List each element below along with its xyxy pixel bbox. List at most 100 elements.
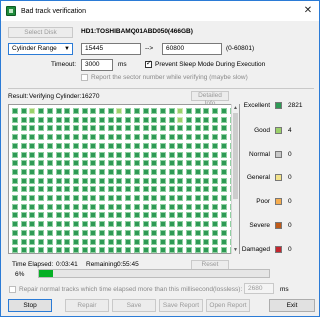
track-cell [168, 142, 175, 149]
track-cell [99, 168, 105, 175]
track-cell [90, 177, 97, 184]
track-cell [177, 238, 184, 245]
track-cell [203, 125, 210, 132]
track-cell [159, 151, 166, 158]
repair-threshold-input[interactable]: 2680 [244, 283, 274, 294]
track-cell [38, 221, 45, 228]
detailed-info-button[interactable]: Detailed Info [191, 91, 229, 107]
track-cell [220, 247, 227, 253]
track-cell [29, 212, 36, 219]
track-cell [99, 160, 105, 167]
track-cell [203, 221, 210, 228]
result-status: Verifying Cylinder:16270 [29, 93, 100, 100]
track-cell [38, 134, 45, 141]
repair-normal-checkbox[interactable] [9, 286, 16, 293]
track-cell [186, 203, 192, 210]
legend-count: 0 [288, 246, 292, 253]
report-sector-label: Report the sector number while verifying… [91, 74, 248, 81]
track-cell [99, 125, 105, 132]
repair-threshold-unit: ms [280, 286, 289, 293]
close-icon[interactable]: ✕ [301, 4, 315, 18]
track-map-scrollbar[interactable]: ▲ ▼ [231, 104, 239, 254]
track-cell [38, 160, 45, 167]
track-cell [107, 247, 114, 253]
track-cell [168, 151, 175, 158]
track-cell [220, 168, 227, 175]
track-cell [38, 168, 45, 175]
track-cell [72, 195, 79, 201]
save-report-button[interactable]: Save Report [159, 299, 203, 312]
save-button[interactable]: Save [112, 299, 156, 312]
track-cell [55, 134, 62, 141]
track-cell [133, 177, 140, 184]
disk-name: HD1:TOSHIBAMQ01ABD050(466GB) [81, 28, 193, 35]
track-cell [72, 160, 79, 167]
exit-button[interactable]: Exit [269, 299, 315, 312]
track-cell [151, 203, 158, 210]
range-from-input[interactable]: 15445 [81, 43, 141, 55]
track-cell [168, 212, 175, 219]
track-cell [107, 212, 114, 219]
track-cell [90, 186, 97, 193]
track-cell [133, 160, 140, 167]
track-cell [220, 116, 227, 123]
bad-track-verification-window: Bad track verification ✕ Select Disk HD1… [0, 0, 320, 317]
track-cell [64, 203, 71, 210]
track-cell [142, 177, 149, 184]
track-cell [12, 116, 18, 123]
stop-button[interactable]: Stop [8, 299, 52, 312]
range-mode-select[interactable]: Cylinder Range ▼ [8, 43, 73, 55]
track-cell [194, 195, 201, 201]
track-cell [220, 229, 227, 236]
track-cell [29, 203, 36, 210]
track-cell [168, 186, 175, 193]
track-cell [20, 160, 27, 167]
legend-label: Normal [249, 151, 270, 158]
prevent-sleep-checkbox[interactable] [145, 59, 152, 68]
track-cell [64, 229, 71, 236]
track-cell [133, 116, 140, 123]
track-cell [186, 221, 192, 228]
track-cell [220, 212, 227, 219]
track-cell [107, 125, 114, 132]
track-cell [194, 160, 201, 167]
track-cell [38, 108, 45, 114]
track-cell [20, 221, 27, 228]
progress-fill [39, 270, 53, 277]
track-cell [177, 108, 184, 114]
track-cell [29, 125, 36, 132]
track-cell [81, 177, 88, 184]
track-cell [107, 221, 114, 228]
track-cell [151, 221, 158, 228]
scroll-up-icon[interactable]: ▲ [233, 105, 238, 111]
track-cell [12, 177, 18, 184]
report-sector-checkbox[interactable] [81, 74, 88, 81]
track-cell [99, 186, 105, 193]
open-report-button[interactable]: Open Report [206, 299, 250, 312]
repair-button[interactable]: Repair [65, 299, 109, 312]
select-disk-button[interactable]: Select Disk [8, 27, 73, 38]
track-cell [72, 247, 79, 253]
track-cell [159, 229, 166, 236]
range-to-input[interactable]: 60800 [162, 43, 222, 55]
scroll-down-icon[interactable]: ▼ [233, 247, 238, 253]
timeout-input[interactable]: 3000 [81, 59, 113, 71]
track-cell [203, 134, 210, 141]
track-cell [12, 134, 18, 141]
track-cell [177, 195, 184, 201]
track-cell [99, 177, 105, 184]
track-cell [55, 160, 62, 167]
track-cell [116, 116, 123, 123]
track-cell [142, 229, 149, 236]
track-cell [159, 160, 166, 167]
track-cell [212, 195, 219, 201]
track-cell [12, 142, 18, 149]
track-cell [220, 186, 227, 193]
track-cell [107, 238, 114, 245]
track-cell [194, 116, 201, 123]
track-cell [203, 151, 210, 158]
track-cell [20, 229, 27, 236]
scroll-thumb[interactable] [233, 113, 238, 199]
track-cell [186, 212, 192, 219]
track-cell [12, 168, 18, 175]
